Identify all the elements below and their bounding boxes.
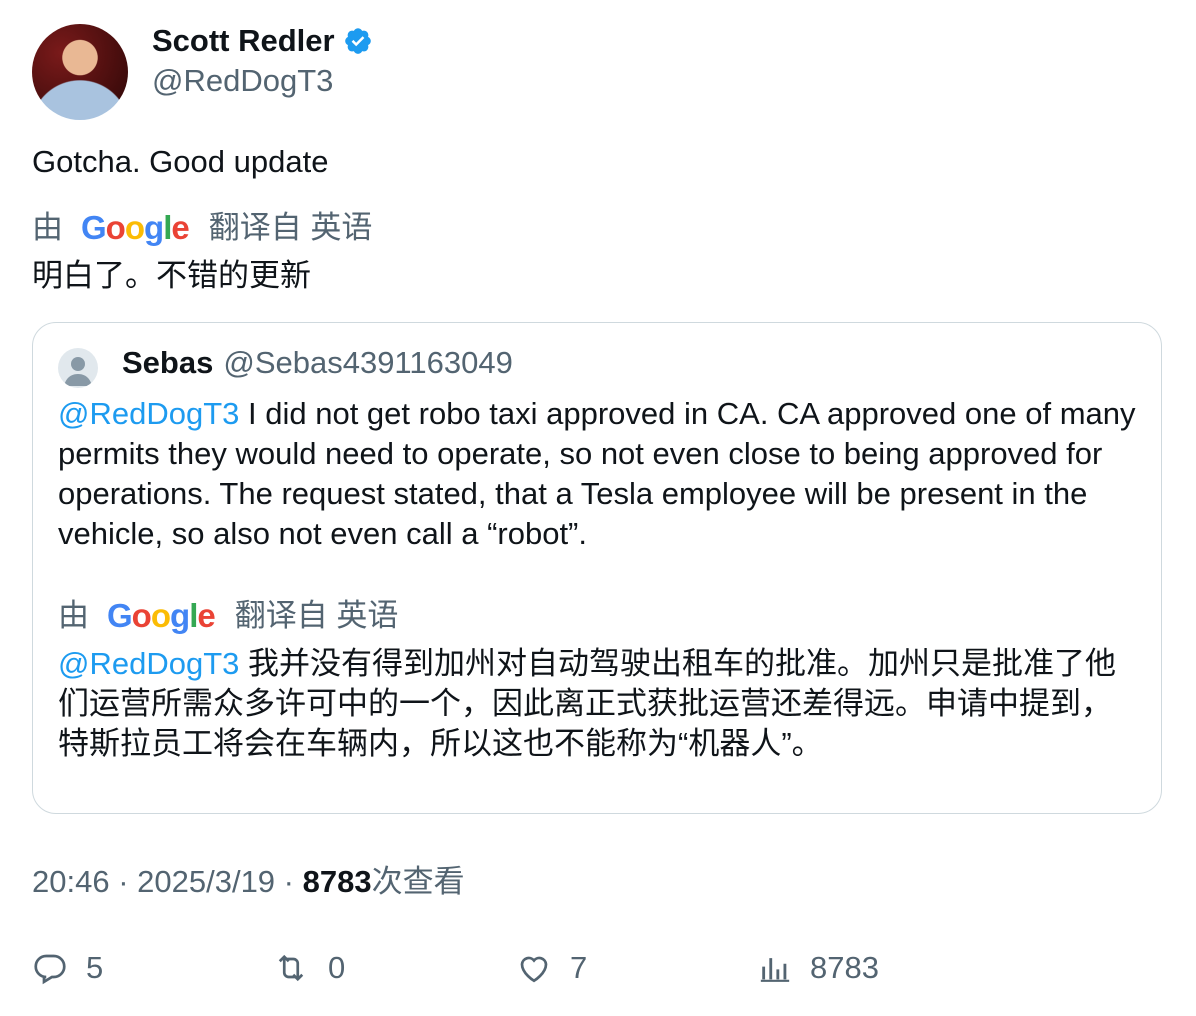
author-handle[interactable]: @RedDogT3 — [152, 62, 333, 100]
translation-from-label: 翻译自 英语 — [208, 210, 373, 245]
views-action-count: 8783 — [810, 950, 879, 985]
views-count: 8783 — [302, 864, 372, 899]
tweet-time[interactable]: 20:46 — [32, 864, 110, 899]
translation-by-label: 由 — [32, 210, 63, 245]
like-count: 7 — [570, 950, 588, 985]
quoted-translation-attribution[interactable]: 由 Google 翻译自 英语 — [58, 596, 398, 636]
quoted-translation-from-label: 翻译自 英语 — [234, 598, 399, 633]
google-logo: Google — [81, 209, 190, 246]
like-button[interactable]: 7 — [516, 950, 587, 986]
reply-button[interactable]: 5 — [32, 950, 103, 986]
views-icon — [758, 950, 792, 986]
verified-badge-icon — [343, 26, 373, 56]
author-avatar[interactable] — [32, 24, 128, 120]
views-button[interactable]: 8783 — [758, 950, 879, 986]
retweet-icon — [272, 950, 310, 986]
retweet-count: 0 — [328, 950, 346, 985]
tweet-text: Gotcha. Good update — [32, 144, 329, 179]
translated-tweet-text: 明白了。不错的更新 — [32, 258, 311, 293]
quoted-mention-link[interactable]: @RedDogT3 — [58, 396, 239, 431]
meta-separator: · — [275, 864, 303, 899]
author-name-row[interactable]: Scott Redler — [152, 22, 373, 60]
tweet-meta: 20:46 · 2025/3/19 · 8783次查看 — [32, 862, 465, 902]
reply-icon — [32, 950, 68, 986]
quoted-translation-by-label: 由 — [58, 598, 89, 633]
google-logo: Google — [107, 597, 216, 634]
author-name[interactable]: Scott Redler — [152, 22, 335, 60]
quoted-author-name: Sebas — [122, 345, 214, 380]
quoted-author-handle: @Sebas4391163049 — [223, 345, 513, 380]
quoted-translated-text: @RedDogT3 我并没有得到加州对自动驾驶出租车的批准。加州只是批准了他们运… — [58, 644, 1138, 764]
quoted-author-avatar — [58, 348, 98, 388]
quoted-author-row: Sebas @Sebas4391163049 — [122, 344, 513, 382]
reply-count: 5 — [86, 950, 104, 985]
tweet-date[interactable]: 2025/3/19 — [137, 864, 275, 899]
like-icon — [516, 950, 552, 986]
retweet-button[interactable]: 0 — [272, 950, 345, 986]
quoted-tweet-text: @RedDogT3 I did not get robo taxi approv… — [58, 394, 1138, 554]
meta-separator: · — [109, 864, 138, 899]
translation-attribution[interactable]: 由 Google 翻译自 英语 — [32, 208, 372, 248]
quoted-translated-mention-link[interactable]: @RedDogT3 — [58, 646, 239, 681]
views-label: 次查看 — [371, 864, 465, 899]
